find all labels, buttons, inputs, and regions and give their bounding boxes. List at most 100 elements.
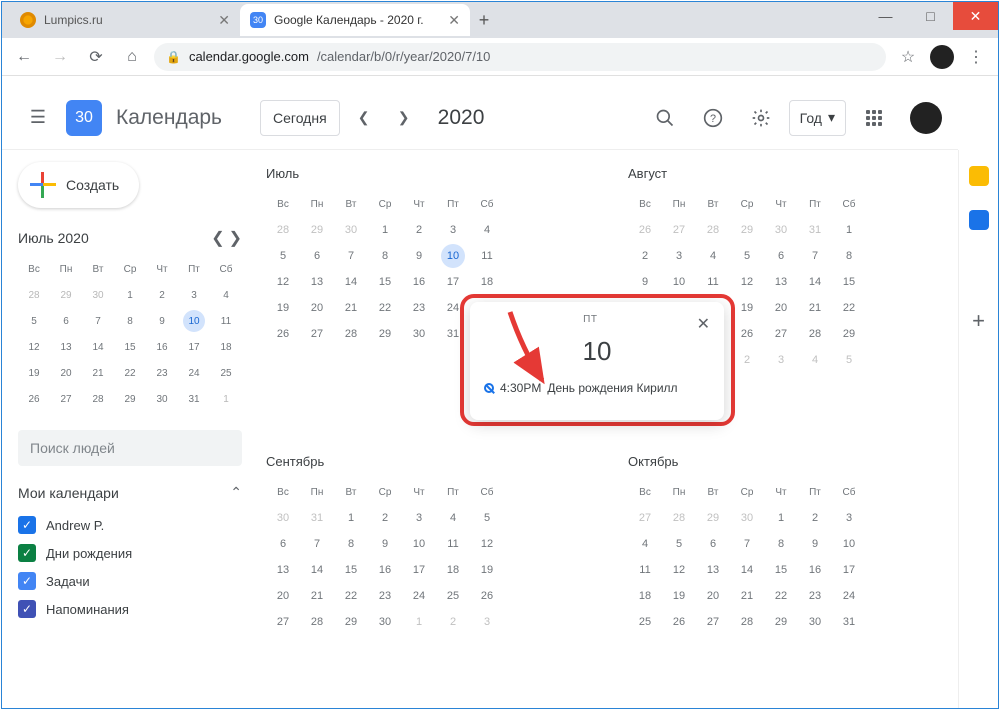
minical-day[interactable]: 5	[18, 308, 50, 334]
tab-close-icon[interactable]: ✕	[448, 12, 460, 29]
month-day[interactable]: 12	[662, 557, 696, 583]
month-day[interactable]: 16	[402, 269, 436, 295]
month-day[interactable]: 29	[368, 321, 402, 347]
month-day[interactable]: 27	[696, 609, 730, 635]
month-day[interactable]: 3	[662, 243, 696, 269]
month-day[interactable]: 30	[402, 321, 436, 347]
minical-prev-button[interactable]: ❮	[211, 228, 224, 248]
month-day[interactable]: 31	[300, 505, 334, 531]
month-day[interactable]: 27	[628, 505, 662, 531]
month-day[interactable]: 20	[266, 583, 300, 609]
checkbox-icon[interactable]: ✓	[18, 600, 36, 618]
month-day[interactable]: 11	[436, 531, 470, 557]
month-day[interactable]: 1	[832, 217, 866, 243]
month-day[interactable]: 31	[832, 609, 866, 635]
window-min-button[interactable]: —	[863, 2, 908, 30]
create-button[interactable]: Создать	[18, 162, 139, 208]
month-day[interactable]: 27	[662, 217, 696, 243]
month-day[interactable]: 30	[368, 609, 402, 635]
month-day[interactable]: 15	[764, 557, 798, 583]
browser-menu-icon[interactable]: ⋮	[962, 47, 990, 67]
month-day[interactable]: 14	[798, 269, 832, 295]
month-day[interactable]: 4	[798, 347, 832, 373]
month-day[interactable]: 5	[730, 243, 764, 269]
month-day[interactable]: 26	[730, 321, 764, 347]
month-day[interactable]: 11	[470, 243, 504, 269]
month-day[interactable]: 31	[798, 217, 832, 243]
month-day[interactable]: 15	[832, 269, 866, 295]
minical-day[interactable]: 25	[210, 360, 242, 386]
month-day[interactable]: 4	[696, 243, 730, 269]
month-day[interactable]: 22	[764, 583, 798, 609]
month-day[interactable]: 2	[368, 505, 402, 531]
month-day[interactable]: 8	[334, 531, 368, 557]
month-day[interactable]: 8	[368, 243, 402, 269]
month-day[interactable]: 28	[696, 217, 730, 243]
month-day[interactable]: 24	[436, 295, 470, 321]
minical-day[interactable]: 30	[146, 386, 178, 412]
month-day[interactable]: 12	[470, 531, 504, 557]
minical-day[interactable]: 29	[114, 386, 146, 412]
minical-day[interactable]: 9	[146, 308, 178, 334]
minical-day[interactable]: 19	[18, 360, 50, 386]
minical-day[interactable]: 12	[18, 334, 50, 360]
url-field[interactable]: 🔒 calendar.google.com/calendar/b/0/r/yea…	[154, 43, 886, 71]
month-day[interactable]: 25	[436, 583, 470, 609]
home-button[interactable]: ⌂	[118, 43, 146, 71]
month-day[interactable]: 21	[334, 295, 368, 321]
month-day[interactable]: 10	[832, 531, 866, 557]
minical-day[interactable]: 2	[146, 282, 178, 308]
minical-day[interactable]: 24	[178, 360, 210, 386]
month-day[interactable]: 26	[470, 583, 504, 609]
month-day[interactable]: 12	[266, 269, 300, 295]
month-day[interactable]: 16	[798, 557, 832, 583]
month-day[interactable]: 5	[662, 531, 696, 557]
month-day[interactable]: 21	[730, 583, 764, 609]
minical-day[interactable]: 29	[50, 282, 82, 308]
month-day[interactable]: 30	[730, 505, 764, 531]
month-day[interactable]: 1	[334, 505, 368, 531]
minical-day[interactable]: 28	[82, 386, 114, 412]
month-day[interactable]: 1	[402, 609, 436, 635]
minical-day[interactable]: 1	[210, 386, 242, 412]
minical-day[interactable]: 8	[114, 308, 146, 334]
month-day[interactable]: 6	[266, 531, 300, 557]
month-day[interactable]: 10	[436, 243, 470, 269]
minical-day[interactable]: 21	[82, 360, 114, 386]
minical-day[interactable]: 23	[146, 360, 178, 386]
month-day[interactable]: 7	[730, 531, 764, 557]
minical-day[interactable]: 15	[114, 334, 146, 360]
month-day[interactable]: 30	[334, 217, 368, 243]
month-day[interactable]: 29	[334, 609, 368, 635]
event-row[interactable]: 4:30PM День рождения Кирилл	[484, 381, 710, 395]
main-menu-button[interactable]: ☰	[18, 98, 58, 138]
month-day[interactable]: 3	[764, 347, 798, 373]
month-day[interactable]: 19	[662, 583, 696, 609]
month-day[interactable]: 26	[628, 217, 662, 243]
window-close-button[interactable]: ✕	[953, 2, 998, 30]
month-day[interactable]: 2	[798, 505, 832, 531]
month-day[interactable]: 17	[436, 269, 470, 295]
minical-day[interactable]: 4	[210, 282, 242, 308]
month-day[interactable]: 18	[470, 269, 504, 295]
month-day[interactable]: 7	[334, 243, 368, 269]
view-selector[interactable]: Год ▾	[789, 100, 846, 136]
browser-tab[interactable]: 30 Google Календарь - 2020 г. ✕	[240, 4, 470, 36]
month-day[interactable]: 8	[832, 243, 866, 269]
settings-button[interactable]	[741, 98, 781, 138]
month-day[interactable]: 29	[764, 609, 798, 635]
minical-day[interactable]: 27	[50, 386, 82, 412]
month-day[interactable]: 10	[662, 269, 696, 295]
minical-day[interactable]: 26	[18, 386, 50, 412]
minical-day[interactable]: 20	[50, 360, 82, 386]
month-day[interactable]: 23	[798, 583, 832, 609]
month-day[interactable]: 2	[402, 217, 436, 243]
month-day[interactable]: 18	[436, 557, 470, 583]
month-day[interactable]: 28	[334, 321, 368, 347]
month-day[interactable]: 25	[628, 609, 662, 635]
month-day[interactable]: 6	[696, 531, 730, 557]
month-day[interactable]: 15	[368, 269, 402, 295]
month-day[interactable]: 6	[300, 243, 334, 269]
month-day[interactable]: 28	[266, 217, 300, 243]
month-day[interactable]: 14	[300, 557, 334, 583]
